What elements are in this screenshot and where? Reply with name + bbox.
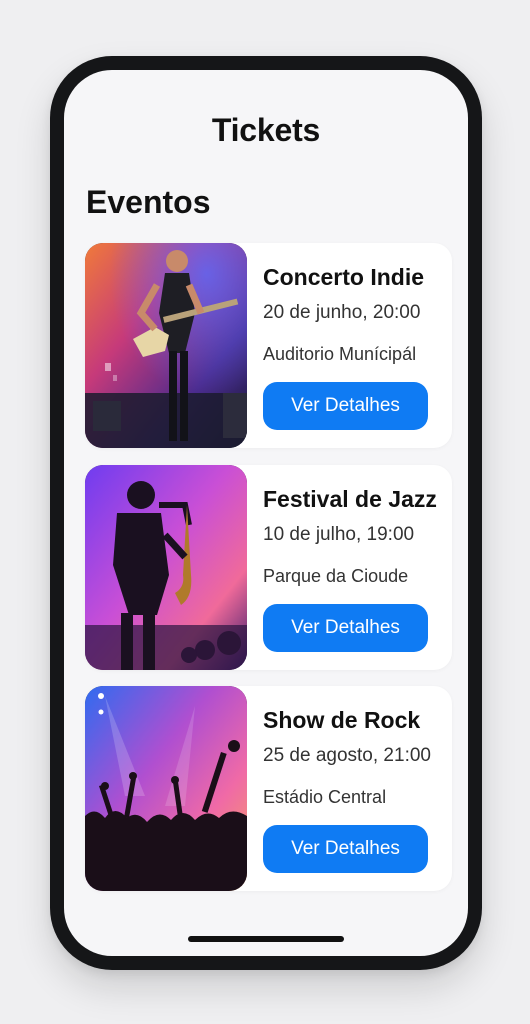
event-venue: Estádio Central	[263, 787, 387, 807]
event-title: Festival de Jazz	[263, 486, 437, 512]
event-venue: Auditorio Munícipál	[263, 344, 417, 364]
event-card[interactable]: Concerto Indie 20 de junho, 20:00 Audito…	[85, 243, 452, 448]
event-card[interactable]: Show de Rock 25 de agosto, 21:00 Estádio…	[85, 686, 452, 891]
event-details: Concerto Indie 20 de junho, 20:00 Audito…	[263, 243, 442, 448]
section-title: Eventos	[86, 184, 211, 220]
nav-title: Tickets	[211, 112, 321, 148]
guitarist-photo	[85, 243, 247, 448]
phone-frame: Tickets Eventos Concerto Indie 20 de jun…	[50, 56, 482, 970]
saxophonist-photo	[85, 465, 247, 670]
event-date: 25 de agosto, 21:00	[263, 745, 431, 766]
event-date: 10 de julho, 19:00	[263, 524, 415, 545]
event-venue: Parque da Cioude	[263, 566, 409, 586]
view-details-button[interactable]: Ver Detalhes	[263, 825, 428, 873]
event-card[interactable]: Festival de Jazz 10 de julho, 19:00 Parq…	[85, 465, 452, 670]
event-details: Show de Rock 25 de agosto, 21:00 Estádio…	[263, 686, 442, 891]
home-indicator[interactable]	[188, 936, 344, 942]
event-image	[85, 686, 247, 891]
event-title: Show de Rock	[263, 707, 421, 733]
event-image	[85, 465, 247, 670]
app-screen: Tickets Eventos Concerto Indie 20 de jun…	[64, 70, 468, 956]
crowd-photo	[85, 686, 247, 891]
event-date: 20 de junho, 20:00	[263, 302, 421, 323]
event-title: Concerto Indie	[263, 264, 425, 290]
event-details: Festival de Jazz 10 de julho, 19:00 Parq…	[263, 465, 442, 670]
event-image	[85, 243, 247, 448]
view-details-button[interactable]: Ver Detalhes	[263, 382, 428, 430]
view-details-button[interactable]: Ver Detalhes	[263, 604, 428, 652]
